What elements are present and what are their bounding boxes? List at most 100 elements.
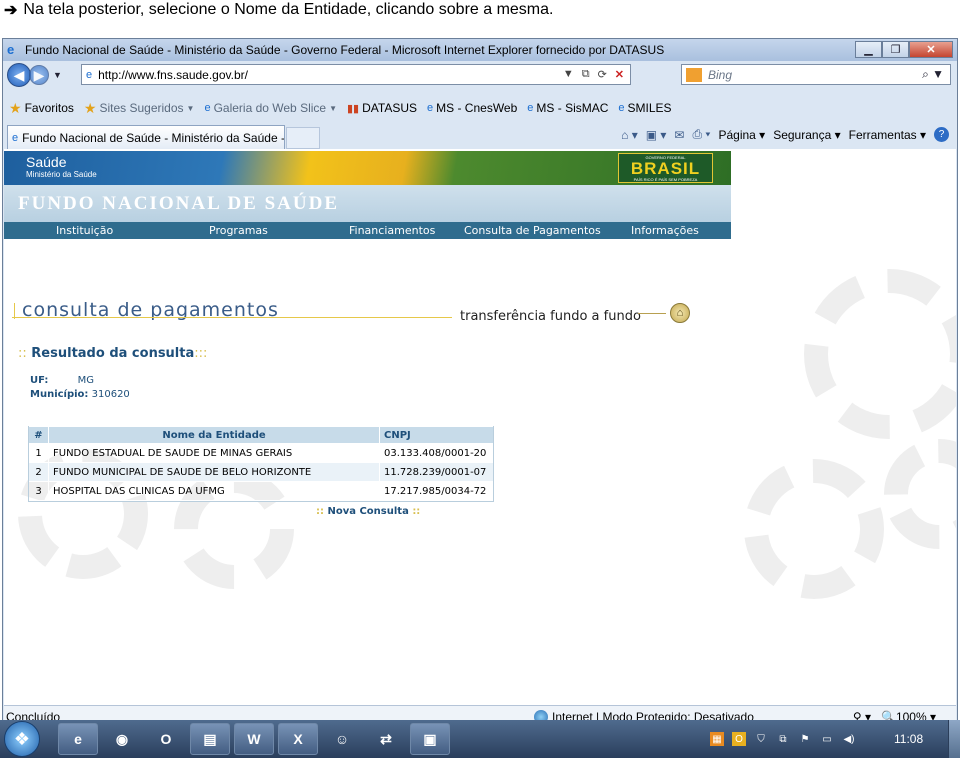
- feeds-icon[interactable]: ▣ ▾: [646, 128, 667, 142]
- back-button[interactable]: ◀: [7, 63, 31, 87]
- mail-icon[interactable]: ✉: [674, 128, 684, 142]
- address-bar: ◀ ▶ ▼ e http://www.fns.saude.gov.br/ ▼ ⧉…: [3, 61, 957, 89]
- fav-label: MS - CnesWeb: [436, 101, 518, 115]
- fav-web-slice[interactable]: e Galeria do Web Slice ▼: [204, 101, 337, 115]
- remote-desktop-taskbar-icon[interactable]: ▣: [410, 723, 450, 755]
- brasil-bottom-text: PAÍS RICO É PAÍS SEM POBREZA: [633, 176, 698, 182]
- fav-cnesweb[interactable]: e MS - CnesWeb: [427, 101, 517, 115]
- fav-smiles[interactable]: e SMILES: [618, 101, 671, 115]
- row-number: 3: [28, 481, 49, 501]
- volume-icon[interactable]: ◀): [842, 732, 856, 746]
- page-menu[interactable]: Página ▾: [718, 128, 765, 142]
- tools-menu[interactable]: Ferramentas ▾: [849, 128, 926, 142]
- table-row: 1 FUNDO ESTADUAL DE SAUDE DE MINAS GERAI…: [28, 443, 494, 463]
- close-button[interactable]: ✕: [909, 41, 953, 58]
- ie-taskbar-icon[interactable]: e: [58, 723, 98, 755]
- minimize-button[interactable]: ▁: [855, 41, 882, 58]
- new-tab-button[interactable]: [286, 127, 320, 149]
- entity-name-link[interactable]: FUNDO ESTADUAL DE SAUDE DE MINAS GERAIS: [48, 443, 380, 463]
- messenger-taskbar-icon[interactable]: ☺: [322, 723, 362, 755]
- start-button[interactable]: ❖: [4, 721, 40, 757]
- tab-label: Fundo Nacional de Saúde - Ministério da …: [22, 130, 285, 145]
- word-taskbar-icon[interactable]: W: [234, 723, 274, 755]
- excel-taskbar-icon[interactable]: X: [278, 723, 318, 755]
- row-number: 1: [28, 443, 49, 463]
- menu-financiamentos[interactable]: Financiamentos: [349, 224, 435, 237]
- network-taskbar-icon[interactable]: ⇄: [366, 723, 406, 755]
- entity-name-link[interactable]: FUNDO MUNICIPAL DE SAUDE DE BELO HORIZON…: [48, 462, 380, 482]
- fav-label: Sites Sugeridos: [99, 101, 184, 115]
- result-heading: :: Resultado da consulta:::: [18, 346, 207, 361]
- search-placeholder: Bing: [708, 67, 733, 82]
- menu-instituicao[interactable]: Instituição: [56, 224, 113, 237]
- explorer-taskbar-icon[interactable]: ▤: [190, 723, 230, 755]
- restore-button[interactable]: ❐: [882, 41, 909, 58]
- tray-network-icon[interactable]: ⧉: [776, 732, 790, 746]
- title-underline: [12, 317, 452, 318]
- page-icon: e: [204, 102, 211, 114]
- show-desktop-button[interactable]: [948, 720, 960, 758]
- site-menu: Instituição Programas Financiamentos Con…: [4, 222, 731, 239]
- municipio-row: Município: 310620: [30, 389, 130, 400]
- favorites-button[interactable]: ★ Favoritos: [9, 100, 74, 117]
- tray-outlook-icon[interactable]: O: [732, 732, 746, 746]
- refresh-icon[interactable]: ⟳: [598, 68, 607, 81]
- search-input[interactable]: Bing ⌕ ▼: [681, 64, 951, 85]
- chevron-down-icon: ▼: [186, 103, 195, 113]
- stop-icon[interactable]: ✕: [615, 68, 624, 81]
- page-menu-label: Página: [718, 127, 756, 142]
- page-icon: e: [618, 102, 625, 114]
- gear-watermark-icon: [884, 439, 956, 549]
- uf-value: MG: [77, 375, 94, 386]
- entity-name-link[interactable]: HOSPITAL DAS CLINICAS DA UFMG: [48, 481, 380, 501]
- url-dropdown-icon[interactable]: ▼: [563, 68, 574, 81]
- menu-consulta-pagamentos[interactable]: Consulta de Pagamentos: [464, 224, 601, 237]
- table-header-row: # Nome da Entidade CNPJ: [28, 426, 494, 444]
- url-field[interactable]: e http://www.fns.saude.gov.br/ ▼ ⧉ ⟳ ✕: [81, 64, 631, 85]
- clock[interactable]: 11:08: [894, 732, 923, 746]
- fav-sismac[interactable]: e MS - SisMAC: [527, 101, 608, 115]
- tray-app-icon[interactable]: ▦: [710, 732, 724, 746]
- page-icon: e: [527, 102, 534, 114]
- column-header-num: #: [28, 426, 49, 444]
- home-icon[interactable]: ⌂ ▾: [621, 128, 638, 142]
- history-dropdown-icon[interactable]: ▼: [53, 70, 62, 80]
- page-viewport[interactable]: Saúde Ministério da Saúde GOVERNO FEDERA…: [4, 149, 956, 705]
- nova-consulta-link[interactable]: :: Nova Consulta ::: [316, 506, 420, 517]
- bing-icon: [686, 67, 702, 82]
- favorites-label: Favoritos: [24, 101, 74, 115]
- outlook-taskbar-icon[interactable]: O: [146, 723, 186, 755]
- monitor-icon[interactable]: ▭: [820, 732, 834, 746]
- compatibility-icon[interactable]: ⧉: [582, 68, 590, 81]
- uf-row: UF: MG: [30, 375, 94, 386]
- print-icon[interactable]: ⎙ ▾: [692, 127, 710, 142]
- fav-label: Galeria do Web Slice: [213, 101, 327, 115]
- flag-icon[interactable]: ⚑: [798, 732, 812, 746]
- favorites-bar: ★ Favoritos ★ Sites Sugeridos ▼ e Galeria d…: [3, 97, 957, 119]
- firefox-taskbar-icon[interactable]: ◉: [102, 723, 142, 755]
- tab-fns[interactable]: e Fundo Nacional de Saúde - Ministério d…: [7, 125, 285, 149]
- subtitle-line: [638, 313, 666, 314]
- add-favorite-icon: ★: [83, 99, 97, 116]
- menu-programas[interactable]: Programas: [209, 224, 268, 237]
- instruction-text: ➔ Na tela posterior, selecione o Nome da…: [4, 0, 553, 20]
- search-icon[interactable]: ⌕ ▼: [922, 67, 944, 82]
- fns-title: FUNDO NACIONAL DE SAÚDE: [18, 192, 339, 214]
- forward-button[interactable]: ▶: [29, 65, 49, 85]
- table-row: 2 FUNDO MUNICIPAL DE SAUDE DE BELO HORIZ…: [28, 462, 494, 482]
- fav-label: SMILES: [627, 101, 672, 115]
- star-icon: ★: [9, 99, 22, 116]
- help-icon[interactable]: ?: [934, 127, 949, 142]
- instruction-label: Na tela posterior, selecione o Nome da E…: [23, 1, 554, 18]
- home-icon[interactable]: ⌂: [670, 303, 690, 323]
- table-row: 3 HOSPITAL DAS CLINICAS DA UFMG 17.217.9…: [28, 481, 494, 501]
- fav-datasus[interactable]: ▮▮ DATASUS: [347, 101, 417, 115]
- security-menu[interactable]: Segurança ▾: [773, 128, 840, 142]
- brasil-logo-text: BRASIL: [630, 158, 701, 178]
- menu-informacoes[interactable]: Informações: [631, 224, 699, 237]
- title-bar: e Fundo Nacional de Saúde - Ministério d…: [3, 39, 957, 61]
- shield-icon[interactable]: ⛉: [754, 732, 768, 746]
- fns-title-bar: FUNDO NACIONAL DE SAÚDE: [4, 185, 731, 222]
- cnpj-cell: 17.217.985/0034-72: [379, 481, 494, 501]
- fav-sites-sugeridos[interactable]: ★ Sites Sugeridos ▼: [84, 100, 195, 117]
